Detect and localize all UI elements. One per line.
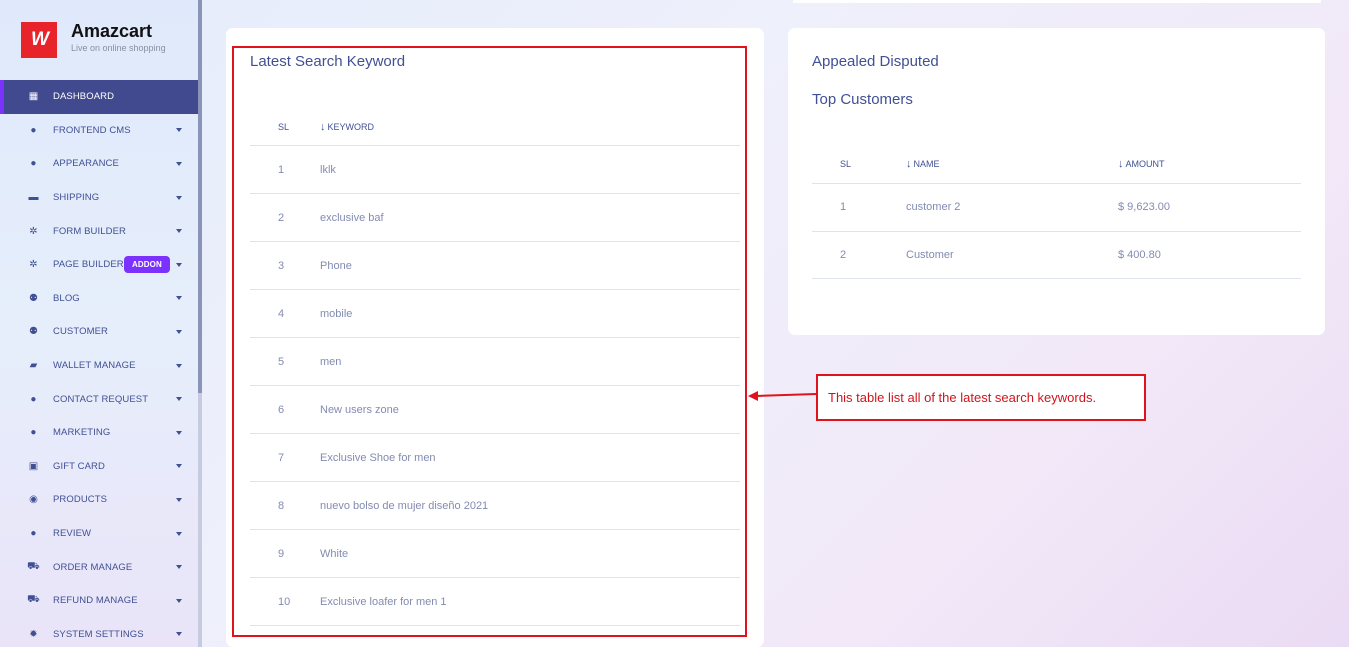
sidebar-item-label: PRODUCTS <box>53 494 108 506</box>
sidebar-item-blog[interactable]: ⚉ BLOG <box>0 282 198 316</box>
sidebar-item-contact-request[interactable]: ● CONTACT REQUEST <box>0 382 198 416</box>
sidebar-item-refund-manage[interactable]: ⛟ REFUND MANAGE <box>0 584 198 618</box>
wallet-icon: ▰ <box>29 360 38 372</box>
users-icon: ⚉ <box>28 292 39 304</box>
chevron-down-icon <box>176 128 182 133</box>
sidebar-item-customer[interactable]: ⚉ CUSTOMER <box>0 315 198 349</box>
chevron-down-icon <box>176 329 182 334</box>
sidebar-item-label: REFUND MANAGE <box>53 595 138 607</box>
sidebar-item-marketing[interactable]: ● MARKETING <box>0 416 198 450</box>
cart-icon: ⛟ <box>27 560 40 572</box>
grid-icon: ▦ <box>28 91 39 103</box>
chevron-down-icon <box>176 430 182 435</box>
cell-amount: $ 400.80 <box>1118 248 1161 261</box>
user-icon: ● <box>30 393 37 405</box>
cell-sl: 1 <box>840 201 847 214</box>
sidebar-item-label: PAGE BUILDER <box>53 259 124 271</box>
table-row: 2 Customer $ 400.80 <box>812 232 1301 279</box>
sidebar-item-label: SHIPPING <box>53 192 100 204</box>
sidebar-item-label: FORM BUILDER <box>53 225 126 237</box>
chevron-down-icon <box>176 598 182 603</box>
chevron-down-icon <box>176 497 182 502</box>
sidebar-item-review[interactable]: ● REVIEW <box>0 517 198 551</box>
sidebar-item-label: FRONTEND CMS <box>53 124 131 136</box>
top-card-edge <box>793 0 1321 3</box>
chevron-down-icon <box>176 565 182 570</box>
brand-tagline: Live on online shopping <box>71 43 166 53</box>
user-icon: ● <box>30 427 37 439</box>
users-icon: ⚉ <box>28 326 39 338</box>
money-icon: ▬ <box>28 192 39 204</box>
sidebar-item-label: GIFT CARD <box>53 460 105 472</box>
chevron-down-icon <box>176 397 182 402</box>
chevron-down-icon <box>176 195 182 200</box>
sidebar-item-label: WALLET MANAGE <box>53 360 136 372</box>
cell-name: Customer <box>906 248 954 261</box>
product-icon: ◉ <box>29 494 38 506</box>
sidebar-item-label: SYSTEM SETTINGS <box>53 628 144 640</box>
card-title: Top Customers <box>812 91 913 108</box>
chevron-down-icon <box>176 161 182 166</box>
cogs-icon: ✲ <box>29 259 38 271</box>
cogs-icon: ✲ <box>29 225 38 237</box>
user-icon: ● <box>30 528 37 540</box>
addon-badge: ADDON <box>124 255 170 273</box>
sidebar-menu: ▦ DASHBOARD ● FRONTEND CMS ● APPEARANCE ▬ SHIPP… <box>0 80 198 647</box>
column-header-sl[interactable]: SL <box>812 159 906 169</box>
sidebar-item-label: REVIEW <box>53 528 92 540</box>
cell-amount: $ 9,623.00 <box>1118 201 1170 214</box>
chevron-down-icon <box>176 363 182 368</box>
sidebar-item-label: CUSTOMER <box>53 326 108 338</box>
sidebar-item-shipping[interactable]: ▬ SHIPPING <box>0 181 198 215</box>
sidebar-item-order-manage[interactable]: ⛟ ORDER MANAGE <box>0 550 198 584</box>
sidebar-item-label: DASHBOARD <box>53 91 115 103</box>
cell-name: customer 2 <box>906 201 961 214</box>
sidebar-item-label: CONTACT REQUEST <box>53 393 149 405</box>
annotation-arrow-icon <box>748 391 817 401</box>
chevron-down-icon <box>176 632 182 637</box>
annotation-text: This table list all of the latest search… <box>828 390 1097 405</box>
sidebar-item-label: BLOG <box>53 292 80 304</box>
sort-arrow-icon: ↓ <box>906 157 912 170</box>
gift-icon: ▣ <box>28 460 39 472</box>
sidebar-item-label: ORDER MANAGE <box>53 561 133 573</box>
sidebar-item-dashboard[interactable]: ▦ DASHBOARD <box>0 80 198 114</box>
sidebar-item-label: APPEARANCE <box>53 158 119 170</box>
gear-icon: ✹ <box>29 628 38 640</box>
sidebar-item-gift-card[interactable]: ▣ GIFT CARD <box>0 450 198 484</box>
annotation-highlight-box <box>232 46 747 637</box>
chevron-down-icon <box>176 296 182 301</box>
column-header-amount[interactable]: ↓ AMOUNT <box>1118 158 1301 170</box>
column-header-name[interactable]: ↓ NAME <box>906 158 1118 170</box>
sidebar-item-form-builder[interactable]: ✲ FORM BUILDER <box>0 214 198 248</box>
sidebar-item-products[interactable]: ◉ PRODUCTS <box>0 483 198 517</box>
appealed-disputed-heading: Appealed Disputed <box>812 53 939 70</box>
sidebar-item-label: MARKETING <box>53 427 111 439</box>
brand-logo[interactable]: W Amazcart Live on online shopping <box>21 21 166 58</box>
chevron-down-icon <box>176 229 182 234</box>
sidebar-item-frontend-cms[interactable]: ● FRONTEND CMS <box>0 114 198 148</box>
sidebar-item-appearance[interactable]: ● APPEARANCE <box>0 147 198 181</box>
top-customers-card: Appealed Disputed Top Customers SL ↓ NAME… <box>788 28 1325 335</box>
sidebar-item-page-builder[interactable]: ✲ PAGE BUILDER ADDON <box>0 248 198 282</box>
logo-icon: W <box>21 22 57 58</box>
cart-icon: ⛟ <box>27 594 40 606</box>
sidebar-item-system-settings[interactable]: ✹ SYSTEM SETTINGS <box>0 618 198 647</box>
chevron-down-icon <box>176 464 182 469</box>
brand-name: Amazcart <box>71 21 153 41</box>
sidebar: W Amazcart Live on online shopping ▦ DASH… <box>0 0 198 647</box>
user-icon: ● <box>30 124 37 136</box>
customers-table: SL ↓ NAME ↓ AMOUNT 1 customer 2 $ 9,623.00 2 C… <box>812 144 1301 279</box>
sidebar-scrollbar-thumb[interactable] <box>198 0 202 393</box>
chevron-down-icon <box>176 531 182 536</box>
cell-sl: 2 <box>840 248 847 261</box>
table-row: 1 customer 2 $ 9,623.00 <box>812 184 1301 232</box>
chevron-down-icon <box>176 262 182 267</box>
sort-arrow-icon: ↓ <box>1118 157 1124 170</box>
sidebar-item-wallet-manage[interactable]: ▰ WALLET MANAGE <box>0 349 198 383</box>
table-header: SL ↓ NAME ↓ AMOUNT <box>812 144 1301 184</box>
user-icon: ● <box>30 158 37 170</box>
annotation-callout: This table list all of the latest search… <box>816 374 1146 421</box>
sidebar-scrollbar-track[interactable] <box>198 393 202 647</box>
